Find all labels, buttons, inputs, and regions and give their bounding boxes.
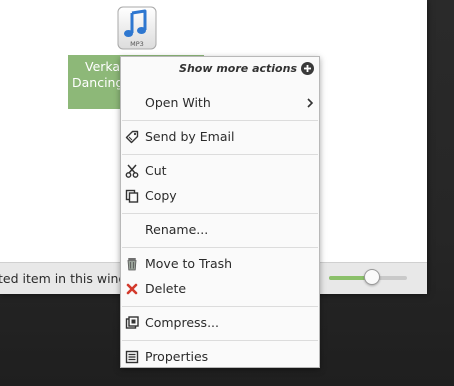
menu-separator: [122, 306, 318, 307]
show-more-actions[interactable]: Show more actions: [121, 57, 319, 81]
menu-item-delete[interactable]: Delete: [121, 277, 319, 301]
tag-icon: [125, 130, 139, 144]
zoom-slider[interactable]: [329, 269, 407, 285]
copy-icon: [125, 189, 139, 203]
menu-separator: [122, 120, 318, 121]
menu-item-label: Copy: [145, 188, 177, 203]
mp3-icon-label: MP3: [130, 40, 144, 48]
menu-item-move-to-trash[interactable]: Move to Trash: [121, 252, 319, 276]
zoom-slider-thumb[interactable]: [364, 269, 380, 285]
menu-item-label: Send by Email: [145, 129, 235, 144]
menu-item-rename[interactable]: Rename...: [121, 218, 319, 242]
menu-item-label: Compress...: [145, 315, 219, 330]
menu-item-send-by-email[interactable]: Send by Email: [121, 125, 319, 149]
plus-circle-icon: [301, 62, 314, 75]
compress-icon: [125, 316, 139, 329]
context-menu: Show more actions Open With Send by Emai…: [120, 56, 320, 368]
menu-item-label: Cut: [145, 163, 167, 178]
show-more-label: Show more actions: [179, 62, 297, 75]
menu-item-open-with[interactable]: Open With: [121, 91, 319, 115]
menu-separator: [122, 340, 318, 341]
menu-item-compress[interactable]: Compress...: [121, 311, 319, 335]
delete-x-icon: [126, 283, 138, 295]
menu-separator: [122, 213, 318, 214]
scissors-icon: [125, 164, 139, 178]
mp3-file-icon: MP3: [117, 6, 157, 50]
menu-item-cut[interactable]: Cut: [121, 159, 319, 183]
menu-item-label: Open With: [145, 95, 211, 110]
menu-item-copy[interactable]: Copy: [121, 184, 319, 208]
chevron-right-icon: [307, 98, 314, 108]
trash-icon: [127, 258, 137, 271]
menu-item-label: Move to Trash: [145, 256, 233, 271]
properties-icon: [125, 350, 139, 364]
menu-separator: [122, 247, 318, 248]
menu-item-label: Delete: [145, 281, 187, 296]
menu-item-label: Rename...: [145, 222, 209, 237]
menu-item-properties[interactable]: Properties: [121, 345, 319, 369]
menu-separator: [122, 154, 318, 155]
menu-item-label: Properties: [145, 349, 209, 364]
